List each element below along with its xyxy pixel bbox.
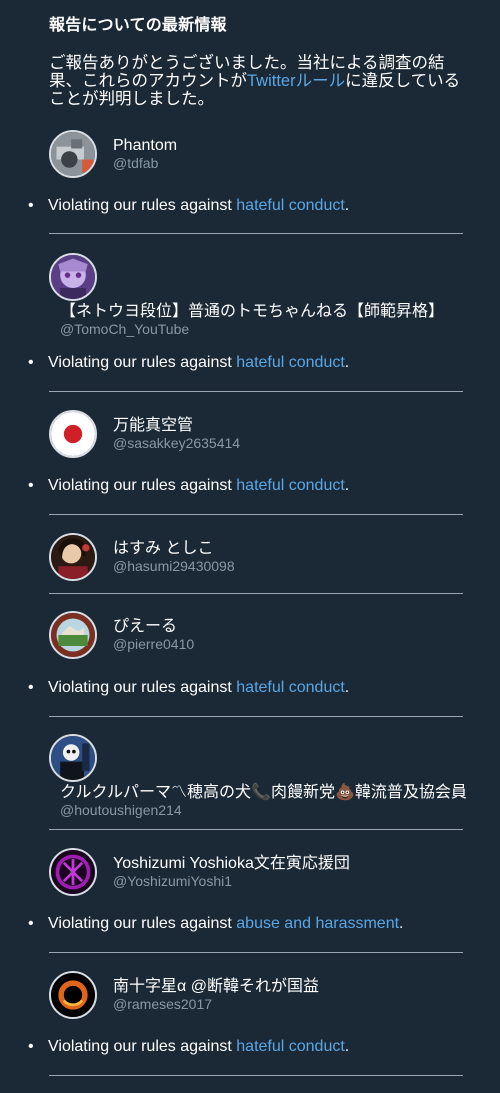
bullet-icon: • bbox=[28, 679, 34, 696]
divider bbox=[49, 952, 463, 953]
bullet-icon: • bbox=[28, 915, 34, 932]
violation-text: Violating our rules against bbox=[48, 679, 237, 696]
page-title: 報告についての最新情報 bbox=[49, 17, 227, 34]
twitter-rules-link[interactable]: Twitterルール bbox=[247, 72, 345, 90]
account-handle: @tdfab bbox=[113, 155, 159, 171]
violation-item: • Violating our rules against hateful con… bbox=[28, 1038, 349, 1056]
violation-item: • Violating our rules against hateful con… bbox=[28, 354, 349, 372]
violation-period: . bbox=[344, 354, 350, 371]
account-handle: @hasumi29430098 bbox=[113, 558, 235, 574]
account-handle: @sasakkey2635414 bbox=[113, 435, 241, 451]
violation-item: • Violating our rules against hateful con… bbox=[28, 679, 349, 697]
violation-item: • Violating our rules against hateful con… bbox=[28, 477, 349, 495]
costume-avatar-icon bbox=[49, 734, 97, 782]
camera-avatar-icon bbox=[49, 130, 97, 178]
account-name: Yoshizumi Yoshioka文在寅応援団 bbox=[113, 855, 350, 872]
account-name: 南十字星α @断韓それが国益 bbox=[113, 978, 319, 995]
account-handle: @rameses2017 bbox=[113, 996, 213, 1012]
bullet-icon: • bbox=[28, 477, 34, 494]
divider bbox=[49, 593, 463, 594]
black-hole-avatar-icon bbox=[49, 971, 97, 1019]
divider bbox=[49, 514, 463, 515]
violation-link[interactable]: abuse and harassment bbox=[236, 915, 399, 932]
bullet-icon: • bbox=[28, 197, 34, 214]
violation-link[interactable]: hateful conduct bbox=[236, 197, 345, 214]
account-handle: @YoshizumiYoshi1 bbox=[113, 873, 233, 889]
anime-girl-avatar-icon bbox=[49, 253, 97, 301]
intro-text: ご報告ありがとうございました。当社による調査の結果、これらのアカウントがTwit… bbox=[49, 54, 469, 108]
violation-text: Violating our rules against bbox=[48, 477, 237, 494]
violation-link[interactable]: hateful conduct bbox=[236, 354, 345, 371]
account-handle: @pierre0410 bbox=[113, 636, 195, 652]
violation-item: • Violating our rules against hateful con… bbox=[28, 197, 349, 215]
bullet-icon: • bbox=[28, 1038, 34, 1055]
violation-period: . bbox=[399, 915, 404, 932]
violation-link[interactable]: hateful conduct bbox=[236, 1038, 345, 1055]
account-name: Phantom bbox=[113, 137, 178, 154]
violation-link[interactable]: hateful conduct bbox=[236, 679, 345, 696]
violation-text: Violating our rules against bbox=[48, 197, 237, 214]
violation-text: Violating our rules against bbox=[48, 915, 237, 932]
violation-text: Violating our rules against bbox=[48, 1038, 237, 1055]
portrait-avatar-icon bbox=[49, 533, 97, 581]
violation-period: . bbox=[344, 679, 350, 696]
divider bbox=[49, 1075, 463, 1076]
account-handle: @TomoCh_YouTube bbox=[60, 321, 190, 337]
account-name: 万能真空管 bbox=[113, 417, 194, 434]
violation-item: • Violating our rules against abuse and h… bbox=[28, 915, 404, 933]
divider bbox=[49, 233, 463, 234]
account-name: ぴえーる bbox=[113, 618, 178, 635]
violation-text: Violating our rules against bbox=[48, 354, 237, 371]
violation-period: . bbox=[344, 477, 350, 494]
report-update-panel: 報告についての最新情報 ご報告ありがとうございました。当社による調査の結果、これ… bbox=[0, 0, 500, 1093]
account-name: 【ネトウヨ段位】普通のトモちゃんねる【師範昇格】 bbox=[60, 303, 445, 320]
divider bbox=[49, 716, 463, 717]
bullet-icon: • bbox=[28, 354, 34, 371]
violation-period: . bbox=[344, 1038, 350, 1055]
account-name: クルクルパーマ〽穂高の犬📞肉饅新党💩韓流普及協会員 bbox=[60, 784, 467, 801]
violation-link[interactable]: hateful conduct bbox=[236, 477, 345, 494]
account-name: はすみ としこ bbox=[113, 540, 214, 557]
divider bbox=[49, 391, 463, 392]
divider bbox=[49, 829, 463, 830]
violation-period: . bbox=[344, 197, 350, 214]
purple-emblem-avatar-icon bbox=[49, 848, 97, 896]
japan-flag-avatar-icon bbox=[49, 410, 97, 458]
round-badge-avatar-icon bbox=[49, 611, 97, 659]
account-handle: @houtoushigen214 bbox=[60, 802, 182, 818]
